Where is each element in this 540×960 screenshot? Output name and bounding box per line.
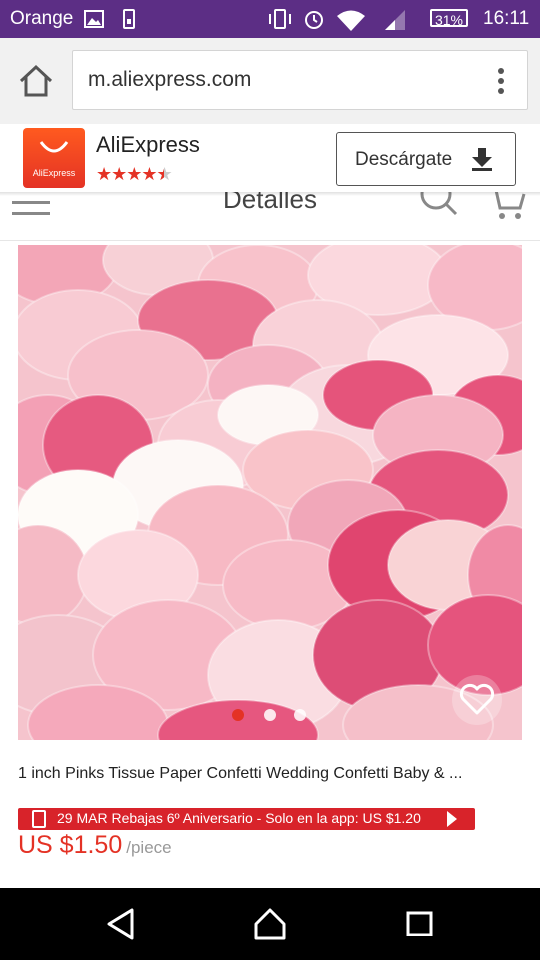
url-bar[interactable]: m.aliexpress.com bbox=[72, 50, 528, 110]
alarm-icon bbox=[305, 11, 323, 29]
carrier-label: Orange bbox=[10, 8, 74, 29]
menu-dots-icon[interactable] bbox=[497, 67, 505, 95]
download-label: Descárgate bbox=[355, 149, 453, 170]
battery-indicator: 31% bbox=[430, 9, 468, 28]
signal-icon bbox=[385, 10, 405, 30]
product-title[interactable]: 1 inch Pinks Tissue Paper Confetti Weddi… bbox=[18, 765, 522, 783]
promo-banner[interactable]: 29 MAR Rebajas 6º Aniversario - Solo en … bbox=[18, 808, 475, 830]
rating-stars: ★★★★★★ bbox=[96, 164, 173, 184]
price-value: US $1.50 bbox=[18, 831, 123, 859]
chevron-right-icon bbox=[447, 811, 457, 827]
wishlist-button[interactable] bbox=[452, 675, 502, 725]
promo-text: 29 MAR Rebajas 6º Aniversario - Solo en … bbox=[57, 810, 421, 826]
download-app-button[interactable]: Descárgate bbox=[336, 132, 516, 186]
status-bar: Orange 31% 16:11 bbox=[0, 0, 540, 38]
vibrate-icon bbox=[269, 9, 291, 29]
product-image-carousel[interactable] bbox=[18, 245, 522, 740]
product-price: US $1.50/piece bbox=[18, 831, 172, 860]
download-icon bbox=[472, 148, 492, 171]
search-icon[interactable] bbox=[420, 192, 460, 220]
page-header: Detalles bbox=[0, 192, 540, 241]
app-name: AliExpress bbox=[96, 132, 200, 157]
app-install-banner: AliExpress AliExpress ★★★★★★ Descárgate bbox=[0, 124, 540, 192]
aliexpress-logo[interactable]: AliExpress bbox=[23, 128, 85, 188]
banner-shadow bbox=[0, 192, 540, 196]
phone-icon bbox=[32, 810, 46, 828]
carousel-dot[interactable] bbox=[264, 709, 276, 721]
sim-icon bbox=[123, 9, 135, 29]
carousel-dot-active[interactable] bbox=[232, 709, 244, 721]
smile-logo-icon bbox=[39, 141, 69, 153]
browser-toolbar: m.aliexpress.com bbox=[0, 38, 540, 125]
home-icon[interactable] bbox=[18, 64, 54, 98]
image-icon bbox=[84, 10, 104, 28]
url-text[interactable]: m.aliexpress.com bbox=[88, 68, 251, 92]
recents-nav-icon[interactable] bbox=[406, 908, 434, 936]
android-nav-bar bbox=[0, 888, 540, 960]
logo-text: AliExpress bbox=[32, 168, 76, 178]
home-nav-icon[interactable] bbox=[254, 908, 286, 940]
back-nav-icon[interactable] bbox=[106, 908, 136, 940]
confetti-photo bbox=[18, 245, 522, 740]
carousel-dot[interactable] bbox=[294, 709, 306, 721]
heart-icon bbox=[459, 683, 495, 715]
wifi-icon bbox=[337, 10, 365, 31]
price-unit: /piece bbox=[126, 838, 172, 857]
clock: 16:11 bbox=[483, 8, 530, 29]
cart-icon[interactable] bbox=[488, 192, 528, 222]
